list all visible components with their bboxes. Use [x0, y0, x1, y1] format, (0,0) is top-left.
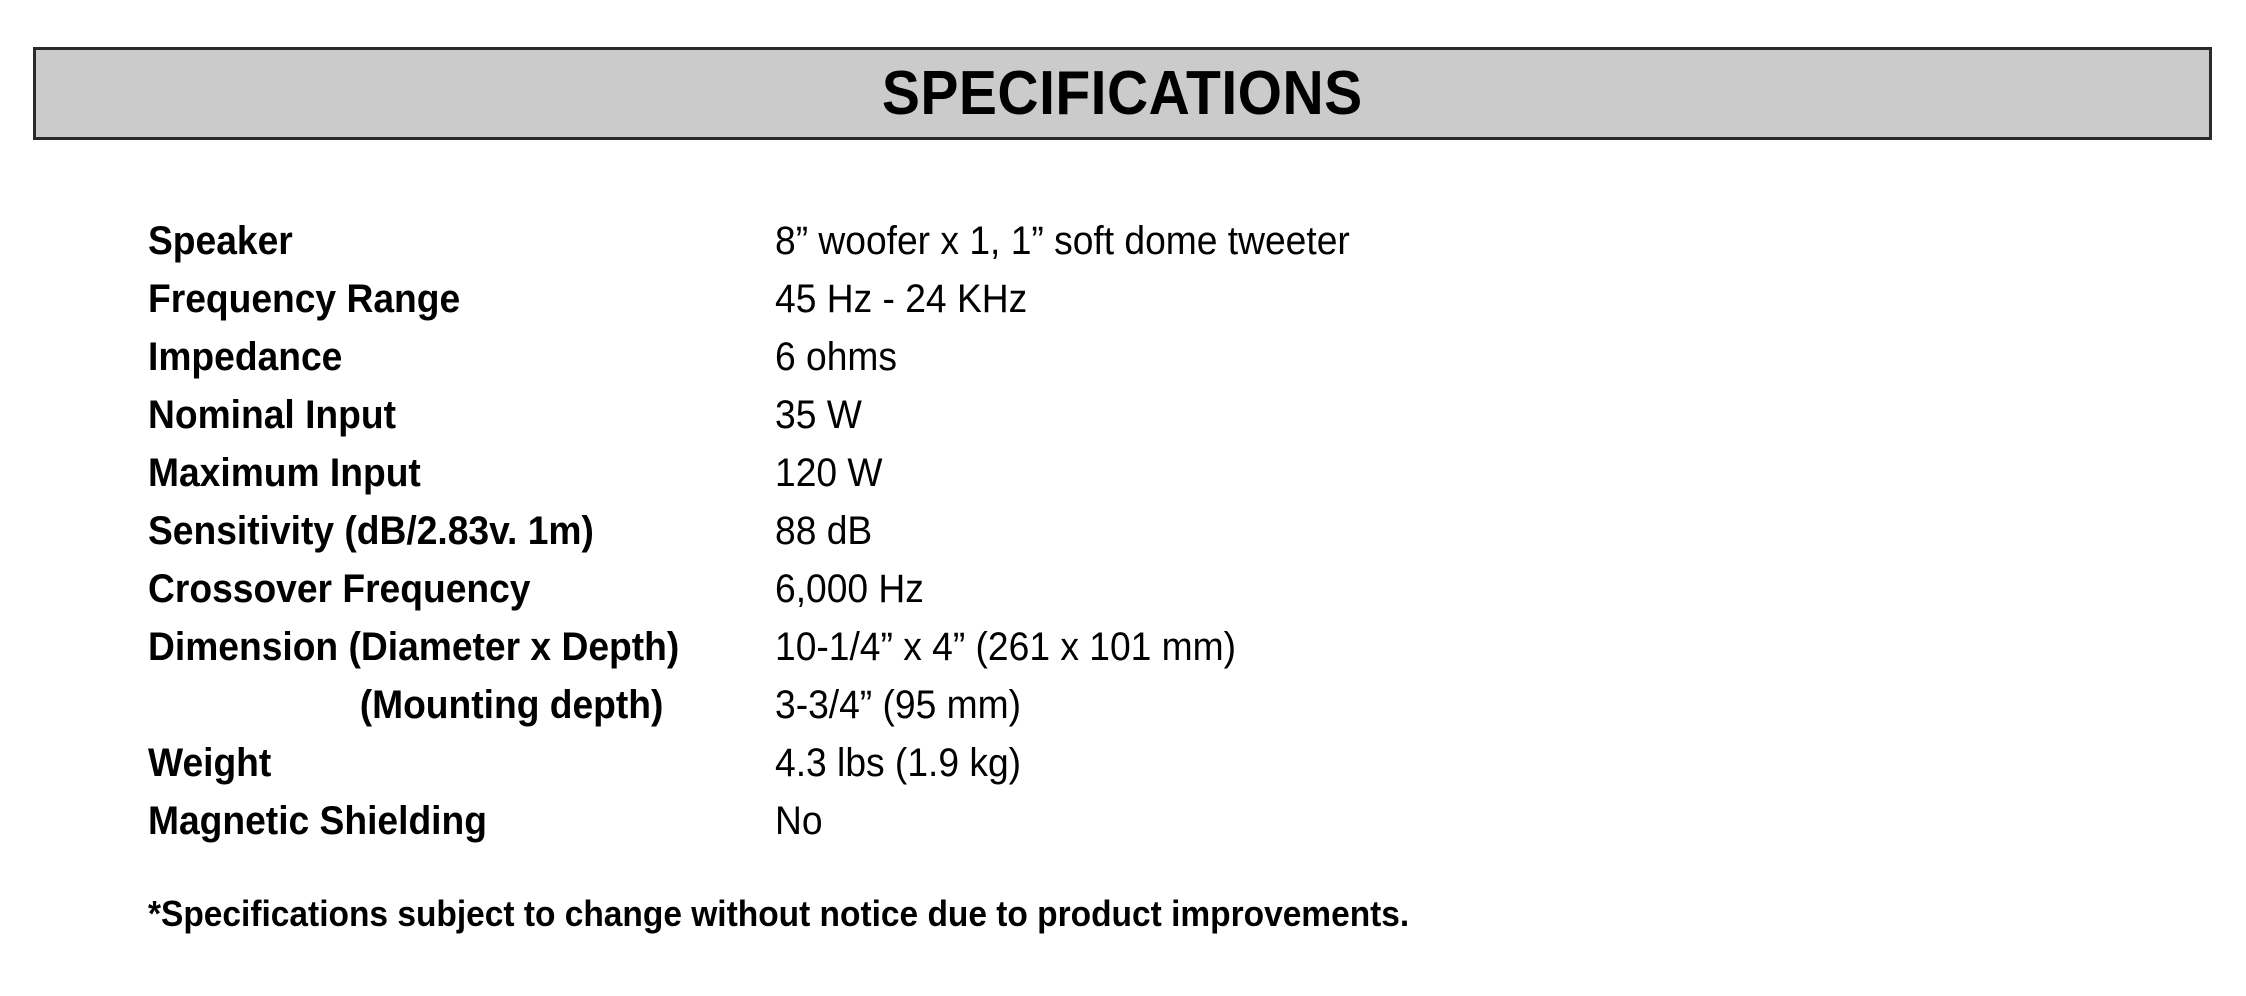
table-row: Frequency Range 45 Hz - 24 KHz	[148, 270, 2048, 328]
table-row: Impedance 6 ohms	[148, 328, 2048, 386]
spec-label: Sensitivity (dB/2.83v. 1m)	[148, 509, 594, 553]
spec-value: 88 dB	[775, 509, 873, 553]
table-row: Dimension (Diameter x Depth) 10-1/4” x 4”…	[148, 618, 2048, 676]
spec-value: 6 ohms	[775, 335, 897, 379]
spec-value: 120 W	[775, 451, 883, 495]
specifications-header-banner: SPECIFICATIONS	[33, 47, 2212, 140]
spec-value: No	[775, 799, 823, 843]
spec-label: Crossover Frequency	[148, 567, 531, 611]
table-row: Nominal Input 35 W	[148, 386, 2048, 444]
spec-value: 35 W	[775, 393, 862, 437]
spec-label: Magnetic Shielding	[148, 799, 487, 843]
table-row: Crossover Frequency 6,000 Hz	[148, 560, 2048, 618]
spec-value: 8” woofer x 1, 1” soft dome tweeter	[775, 219, 1350, 263]
spec-label: (Mounting depth)	[359, 683, 664, 727]
spec-value: 4.3 lbs (1.9 kg)	[775, 741, 1022, 785]
table-row: (Mounting depth) 3-3/4” (95 mm)	[148, 676, 2048, 734]
spec-label: Dimension (Diameter x Depth)	[148, 625, 680, 669]
spec-value: 3-3/4” (95 mm)	[775, 683, 1021, 727]
spec-label: Frequency Range	[148, 277, 461, 321]
spec-value: 45 Hz - 24 KHz	[775, 277, 1028, 321]
table-row: Sensitivity (dB/2.83v. 1m) 88 dB	[148, 502, 2048, 560]
spec-value: 6,000 Hz	[775, 567, 924, 611]
spec-label: Impedance	[148, 335, 343, 379]
table-row: Magnetic Shielding No	[148, 792, 2048, 850]
table-row: Weight 4.3 lbs (1.9 kg)	[148, 734, 2048, 792]
table-row: Speaker 8” woofer x 1, 1” soft dome tweet…	[148, 212, 2048, 270]
spec-value: 10-1/4” x 4” (261 x 101 mm)	[775, 625, 1237, 669]
spec-label: Maximum Input	[148, 451, 421, 495]
spec-label: Nominal Input	[148, 393, 396, 437]
specifications-footnote: *Specifications subject to change withou…	[148, 893, 1410, 934]
spec-label: Weight	[148, 741, 272, 785]
spec-label: Speaker	[148, 219, 293, 263]
specifications-table: Speaker 8” woofer x 1, 1” soft dome tweet…	[148, 212, 2048, 850]
table-row: Maximum Input 120 W	[148, 444, 2048, 502]
page-title: SPECIFICATIONS	[882, 58, 1363, 128]
